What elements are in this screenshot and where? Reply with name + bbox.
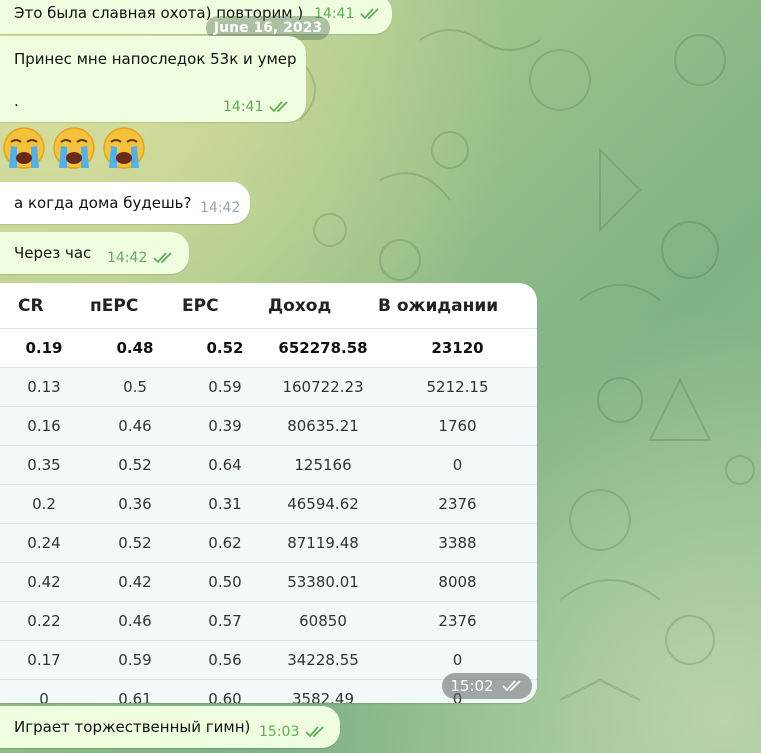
- message-bubble[interactable]: Через час 14:42: [0, 232, 189, 274]
- message-bubble[interactable]: Принес мне напоследок 53к и умер . 14:41: [0, 36, 306, 122]
- double-check-icon: [501, 680, 521, 692]
- column-header: CR: [18, 295, 44, 316]
- table-cell: 3388: [378, 523, 537, 563]
- message-bubble[interactable]: Играет торжественный гимн) 15:03: [0, 706, 340, 748]
- column-header: EPC: [182, 295, 219, 316]
- message-text-line-2: .: [14, 92, 19, 110]
- message-text: Через час: [14, 244, 92, 262]
- table-cell: 0.59: [88, 640, 182, 680]
- column-header: В ожидании: [378, 295, 499, 316]
- table-cell: 125166: [268, 445, 378, 485]
- message-time: 14:41: [223, 99, 264, 115]
- table-image-message[interactable]: CR пEPC EPC Доход В ожидании 0.19 0.48 0…: [0, 283, 537, 703]
- message-text: Играет торжественный гимн): [14, 718, 251, 736]
- crying-face-emoji[interactable]: [2, 126, 46, 170]
- table-cell: 60850: [268, 601, 378, 641]
- table-cell: 160722.23: [268, 367, 378, 407]
- message-time: 15:03: [259, 724, 300, 740]
- table-cell: 0.22: [0, 601, 88, 641]
- table-cell: 5212.15: [378, 367, 537, 407]
- table-cell: 652278.58: [268, 328, 378, 368]
- table-row: 0.42 0.42 0.50 53380.01 8008: [0, 562, 537, 602]
- table-cell: 8008: [378, 562, 537, 602]
- table-cell: 0.19: [0, 328, 88, 368]
- message-time: 14:42: [200, 200, 241, 216]
- table-cell: 0.60: [182, 679, 268, 703]
- table-row: 0.13 0.5 0.59 160722.23 5212.15: [0, 367, 537, 407]
- column-header: Доход: [268, 295, 332, 316]
- table-cell: 0.52: [88, 523, 182, 563]
- table-cell: 2376: [378, 601, 537, 641]
- message-bubble-incoming[interactable]: а когда дома будешь? 14:42: [0, 182, 250, 224]
- message-text: а когда дома будешь?: [14, 194, 192, 212]
- table-cell: 0.46: [88, 601, 182, 641]
- table-header-row: CR пEPC EPC Доход В ожидании: [0, 283, 537, 329]
- table-cell: 2376: [378, 484, 537, 524]
- table-cell: 80635.21: [268, 406, 378, 446]
- table-cell: 0.56: [182, 640, 268, 680]
- table-cell: 0.52: [88, 445, 182, 485]
- double-check-icon: [305, 726, 324, 738]
- table-cell: 0.50: [182, 562, 268, 602]
- table-cell: 0.31: [182, 484, 268, 524]
- table-cell: 0.35: [0, 445, 88, 485]
- table-cell: 0.62: [182, 523, 268, 563]
- message-meta: 14:42: [107, 250, 175, 266]
- table-summary-row: 0.19 0.48 0.52 652278.58 23120: [0, 328, 537, 368]
- table-cell: 0.52: [182, 328, 268, 368]
- message-text: Принес мне напоследок 53к и умер: [14, 50, 297, 68]
- table-cell: 0: [378, 445, 537, 485]
- table-cell: 0.61: [88, 679, 182, 703]
- table-row: 0.35 0.52 0.64 125166 0: [0, 445, 537, 485]
- table-cell: 0.48: [88, 328, 182, 368]
- double-check-icon: [269, 101, 288, 113]
- table-cell: 0.16: [0, 406, 88, 446]
- double-check-icon: [360, 8, 379, 20]
- table-row: 0.2 0.36 0.31 46594.62 2376: [0, 484, 537, 524]
- double-check-icon: [153, 252, 172, 264]
- message-meta: 14:41: [223, 99, 291, 115]
- table-cell: 0.57: [182, 601, 268, 641]
- table-cell: 0.39: [182, 406, 268, 446]
- table-cell: 0.59: [182, 367, 268, 407]
- table-cell: 0.64: [182, 445, 268, 485]
- table-cell: 34228.55: [268, 640, 378, 680]
- table-cell: 0: [0, 679, 88, 703]
- column-header: пEPC: [90, 295, 139, 316]
- table-cell: 0.42: [0, 562, 88, 602]
- table-cell: 0.46: [88, 406, 182, 446]
- message-time-overlay: 15:02: [442, 673, 532, 699]
- table-cell: 46594.62: [268, 484, 378, 524]
- table-cell: 1760: [378, 406, 537, 446]
- table-cell: 0.17: [0, 640, 88, 680]
- table-cell: 3582.49: [268, 679, 378, 703]
- table-cell: 0.36: [88, 484, 182, 524]
- stats-table: CR пEPC EPC Доход В ожидании 0.19 0.48 0…: [0, 283, 537, 703]
- message-bubble[interactable]: Это была славная охота) повторим ) 14:41: [0, 0, 392, 34]
- table-cell: 0.13: [0, 367, 88, 407]
- table-row: 0.16 0.46 0.39 80635.21 1760: [0, 406, 537, 446]
- message-time: 14:42: [107, 250, 148, 266]
- message-meta: 15:03: [259, 724, 327, 740]
- table-cell: 23120: [378, 328, 537, 368]
- table-cell: 0.24: [0, 523, 88, 563]
- table-cell: 0.5: [88, 367, 182, 407]
- crying-face-emoji[interactable]: [52, 126, 96, 170]
- table-cell: 0.2: [0, 484, 88, 524]
- message-time: 15:02: [450, 677, 494, 695]
- table-row: 0.22 0.46 0.57 60850 2376: [0, 601, 537, 641]
- table-cell: 87119.48: [268, 523, 378, 563]
- table-cell: 53380.01: [268, 562, 378, 602]
- table-cell: 0.42: [88, 562, 182, 602]
- crying-face-emoji[interactable]: [102, 126, 146, 170]
- table-row: 0.24 0.52 0.62 87119.48 3388: [0, 523, 537, 563]
